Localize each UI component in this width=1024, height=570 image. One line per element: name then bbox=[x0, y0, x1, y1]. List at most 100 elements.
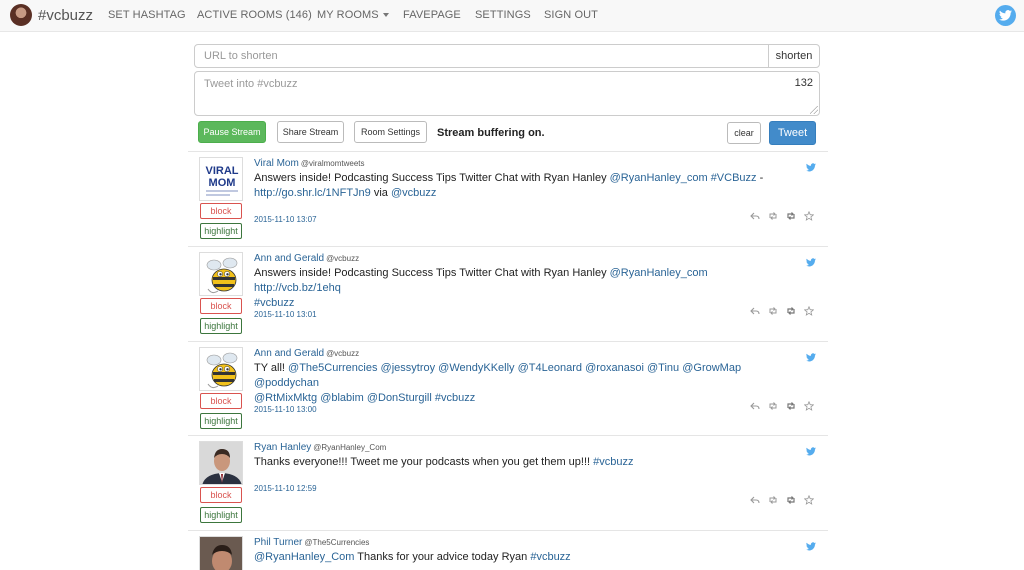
block-button[interactable]: block bbox=[200, 203, 242, 219]
tweet-button[interactable]: Tweet bbox=[769, 121, 816, 145]
tweet-timestamp[interactable]: 2015-11-10 13:00 bbox=[254, 405, 317, 414]
tweet-avatar[interactable]: VIRAL MOM bbox=[199, 157, 243, 201]
tweet-author[interactable]: Ann and Gerald @vcbuzz bbox=[254, 253, 359, 264]
nav-my-rooms[interactable]: MY ROOMS bbox=[317, 9, 389, 21]
twitter-icon[interactable] bbox=[995, 5, 1016, 26]
tweet-link[interactable]: @vcbuzz bbox=[391, 187, 436, 199]
tweet-link[interactable]: @roxanasoi bbox=[585, 362, 644, 374]
tweet-link[interactable]: @RyanHanley_com bbox=[610, 267, 708, 279]
author-handle[interactable]: @vcbuzz bbox=[326, 254, 359, 263]
favorite-star-icon[interactable] bbox=[803, 494, 815, 505]
block-button[interactable]: block bbox=[200, 487, 242, 503]
tweet-timestamp[interactable]: 2015-11-10 13:07 bbox=[254, 215, 317, 224]
author-name[interactable]: Ryan Hanley bbox=[254, 442, 311, 453]
reply-icon[interactable] bbox=[750, 401, 760, 411]
highlight-button[interactable]: highlight bbox=[200, 223, 242, 239]
retweet-icon[interactable] bbox=[768, 211, 778, 221]
tweet-author[interactable]: Viral Mom @viralmomtweets bbox=[254, 158, 365, 169]
tweet-link[interactable]: @Tinu bbox=[647, 362, 679, 374]
tweet-link[interactable]: @WendyKKelly bbox=[438, 362, 514, 374]
clear-button[interactable]: clear bbox=[727, 122, 761, 144]
tweet-link[interactable]: @RyanHanley_Com bbox=[254, 551, 354, 563]
tweet-link[interactable]: @poddychan bbox=[254, 377, 319, 389]
tweet-text-line: Thanks everyone!!! Tweet me your podcast… bbox=[254, 455, 794, 470]
author-name[interactable]: Phil Turner bbox=[254, 537, 302, 548]
tweet-link[interactable]: @RyanHanley_com bbox=[610, 172, 708, 184]
tweet-link[interactable]: @The5Currencies bbox=[288, 362, 377, 374]
block-button[interactable]: block bbox=[200, 298, 242, 314]
tweet-divider bbox=[188, 246, 828, 247]
tweet-link[interactable]: @blabim bbox=[320, 392, 364, 404]
tweet-author[interactable]: Ann and Gerald @vcbuzz bbox=[254, 348, 359, 359]
author-handle[interactable]: @The5Currencies bbox=[304, 538, 369, 547]
tweet-link[interactable]: @DonSturgill bbox=[367, 392, 432, 404]
tweet-link[interactable]: #vcbuzz bbox=[593, 456, 633, 468]
nav-settings[interactable]: SETTINGS bbox=[475, 9, 531, 21]
nav-set-hashtag[interactable]: SET HASHTAG bbox=[108, 9, 186, 21]
nav-sign-out[interactable]: SIGN OUT bbox=[544, 9, 598, 21]
retweet-icon[interactable] bbox=[768, 495, 778, 505]
resize-handle[interactable] bbox=[810, 106, 818, 114]
brand-title[interactable]: #vcbuzz bbox=[38, 7, 93, 24]
author-name[interactable]: Ann and Gerald bbox=[254, 348, 324, 359]
reply-icon[interactable] bbox=[750, 306, 760, 316]
tweet-avatar[interactable] bbox=[199, 252, 243, 296]
author-handle[interactable]: @vcbuzz bbox=[326, 349, 359, 358]
nav-favepage[interactable]: FAVEPAGE bbox=[403, 9, 461, 21]
highlight-button[interactable]: highlight bbox=[200, 413, 242, 429]
tweet-link[interactable]: @RtMixMktg bbox=[254, 392, 317, 404]
tweet-author[interactable]: Phil Turner @The5Currencies bbox=[254, 537, 369, 548]
room-settings-button[interactable]: Room Settings bbox=[354, 121, 427, 143]
shorten-button[interactable]: shorten bbox=[768, 44, 820, 68]
quote-retweet-icon[interactable] bbox=[786, 495, 796, 505]
highlight-button[interactable]: highlight bbox=[200, 507, 242, 523]
tweet-link[interactable]: #vcbuzz bbox=[530, 551, 570, 563]
share-stream-button[interactable]: Share Stream bbox=[277, 121, 344, 143]
author-handle[interactable]: @viralmomtweets bbox=[301, 159, 365, 168]
tweet-link[interactable]: @T4Leonard bbox=[518, 362, 582, 374]
tweet-link[interactable]: #VCBuzz bbox=[711, 172, 757, 184]
tweet-link[interactable]: @jessytroy bbox=[381, 362, 436, 374]
tweet-avatar[interactable] bbox=[199, 441, 243, 485]
block-button[interactable]: block bbox=[200, 393, 242, 409]
reply-icon[interactable] bbox=[750, 211, 760, 221]
tweet-avatar[interactable] bbox=[199, 536, 243, 570]
favorite-star-icon[interactable] bbox=[803, 400, 815, 411]
tweet-text-line: @RtMixMktg @blabim @DonSturgill #vcbuzz bbox=[254, 391, 794, 406]
retweet-icon[interactable] bbox=[768, 306, 778, 316]
nav-active-rooms[interactable]: ACTIVE ROOMS (146) bbox=[197, 9, 312, 21]
quote-retweet-icon[interactable] bbox=[786, 306, 796, 316]
author-handle[interactable]: @RyanHanley_Com bbox=[313, 443, 386, 452]
tweet-text-segment: TY all! bbox=[254, 362, 289, 374]
tweet-divider bbox=[188, 151, 828, 152]
tweet-link[interactable]: #vcbuzz bbox=[435, 392, 475, 404]
tweet-timestamp[interactable]: 2015-11-10 13:01 bbox=[254, 310, 317, 319]
char-count: 132 bbox=[794, 77, 813, 89]
tweet-text: Answers inside! Podcasting Success Tips … bbox=[254, 266, 794, 311]
tweet-link[interactable]: http://vcb.bz/1ehq bbox=[254, 282, 341, 294]
tweet-compose-input[interactable] bbox=[194, 71, 820, 116]
tweet-text-segment: Answers inside! Podcasting Success Tips … bbox=[254, 172, 610, 184]
tweet-text: TY all! @The5Currencies @jessytroy @Wend… bbox=[254, 361, 794, 406]
pause-stream-button[interactable]: Pause Stream bbox=[198, 121, 266, 143]
reply-icon[interactable] bbox=[750, 495, 760, 505]
tweet-link[interactable]: @GrowMap bbox=[682, 362, 741, 374]
tweet-timestamp[interactable]: 2015-11-10 12:59 bbox=[254, 484, 317, 493]
twitter-icon bbox=[806, 443, 816, 456]
favorite-star-icon[interactable] bbox=[803, 210, 815, 221]
tweet-link[interactable]: #vcbuzz bbox=[254, 297, 294, 309]
tweet-link[interactable]: http://go.shr.lc/1NFTJn9 bbox=[254, 187, 371, 199]
url-shorten-input[interactable] bbox=[194, 44, 769, 68]
tweet-avatar[interactable] bbox=[199, 347, 243, 391]
retweet-icon[interactable] bbox=[768, 401, 778, 411]
tweet-divider bbox=[188, 435, 828, 436]
author-name[interactable]: Viral Mom bbox=[254, 158, 299, 169]
favorite-star-icon[interactable] bbox=[803, 305, 815, 316]
highlight-button[interactable]: highlight bbox=[200, 318, 242, 334]
quote-retweet-icon[interactable] bbox=[786, 401, 796, 411]
tweet-author[interactable]: Ryan Hanley @RyanHanley_Com bbox=[254, 442, 386, 453]
author-name[interactable]: Ann and Gerald bbox=[254, 253, 324, 264]
user-avatar[interactable] bbox=[10, 4, 32, 26]
svg-text:VIRAL: VIRAL bbox=[206, 165, 239, 177]
quote-retweet-icon[interactable] bbox=[786, 211, 796, 221]
